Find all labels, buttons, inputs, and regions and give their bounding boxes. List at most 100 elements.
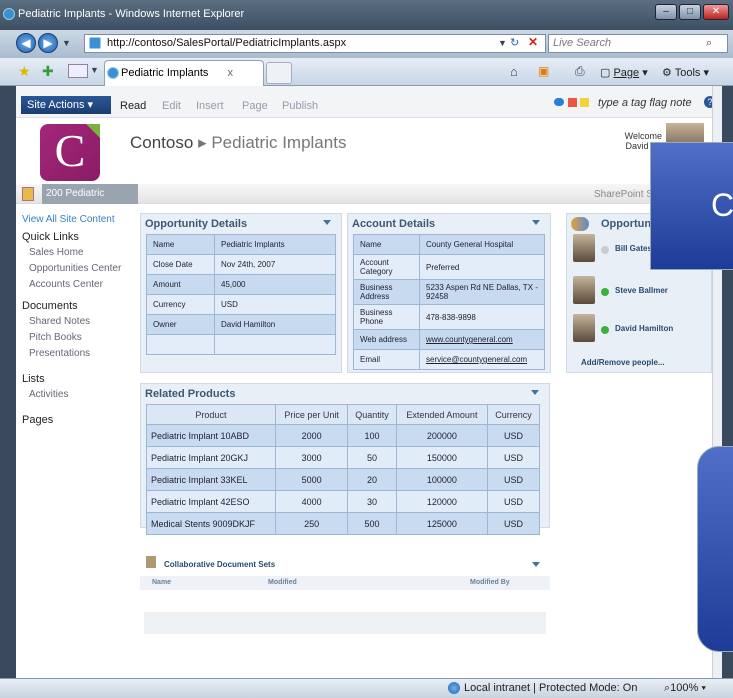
page-menu[interactable]: ▢ Page ▾ [600,66,648,79]
sharepoint-page: Site Actions ▾ Read Edit Insert Page Pub… [16,86,722,678]
table-row: Account Category Preferred [353,254,545,280]
presence-icon [601,288,609,296]
tools-menu[interactable]: ⚙ Tools ▾ [662,66,709,79]
presence-icon [601,246,609,254]
chevron-down-icon[interactable] [532,562,540,567]
address-dropdown-icon[interactable]: ▼ [498,38,507,48]
maximize-button[interactable]: □ [679,4,701,20]
search-icon[interactable]: ⌕ [706,37,712,50]
people-icon [571,217,589,231]
table-row: Close Date Nov 24th, 2007 [146,254,336,275]
email-link[interactable]: service@countygeneral.com [419,349,545,370]
close-tab-icon[interactable]: x [228,61,234,85]
nav-pitch-books[interactable]: Pitch Books [22,332,132,343]
breadcrumb: 200 Pediatric Implants SharePoint S [16,184,722,219]
table-row: Business Phone 478-838-9898 [353,304,545,330]
feeds-icon[interactable]: ▣ [538,64,549,78]
products-table: Product Price per Unit Quantity Extended Am… [146,404,540,535]
site-name[interactable]: Contoso [130,133,193,152]
ie-logo-icon [3,8,15,20]
nav-presentations[interactable]: Presentations [22,348,132,359]
window-title: Pediatric Implants - Windows Internet Ex… [18,8,245,20]
tab-list-icon[interactable]: ▼ [90,65,99,75]
overlay-panel: C [650,142,733,270]
home-icon[interactable]: ⌂ [510,64,518,79]
list-item[interactable]: David Hamilton [567,314,711,350]
ribbon: Site Actions ▾ Read Edit Insert Page Pub… [16,86,722,118]
avatar [573,314,595,342]
lists-heading[interactable]: Lists [22,373,132,385]
close-window-button[interactable]: ✕ [703,4,729,20]
url-text: http://contoso/SalesPortal/PediatricImpl… [107,37,347,49]
tab-insert[interactable]: Insert [196,100,224,112]
document-sets-header: Name Modified Modified By [140,576,550,590]
table-row: Owner David Hamilton [146,314,336,335]
stop-icon[interactable]: ✕ [528,35,538,49]
table-row: Name County General Hospital [353,234,545,255]
zone-text[interactable]: Local intranet | Protected Mode: On [464,682,637,694]
breadcrumb-tab[interactable]: 200 Pediatric Implants [42,184,138,219]
page-name: Pediatric Implants [211,133,347,152]
opportunity-table: Name Pediatric Implants Close Date Nov 24t… [146,234,336,355]
note-icon[interactable] [580,98,589,107]
history-dropdown-icon[interactable]: ▼ [62,38,71,48]
logo-accent [86,124,100,138]
favorites-star-icon[interactable]: ★ [18,63,31,80]
nav-activities[interactable]: Activities [22,389,132,400]
table-row: Email service@countygeneral.com [353,349,545,370]
tag-icon[interactable] [554,98,564,106]
add-remove-people-link[interactable]: Add/Remove people... [581,358,665,367]
site-actions-button[interactable]: Site Actions ▾ [21,96,111,114]
nav-opportunities-center[interactable]: Opportunities Center [22,263,132,274]
table-row: Medical Stents 9009DKJF 250 500 125000 USD [146,512,540,535]
list-item[interactable]: Steve Ballmer [567,276,711,312]
table-row: Name Pediatric Implants [146,234,336,255]
tab-edit[interactable]: Edit [162,100,181,112]
print-icon[interactable]: ⎙ [575,64,585,79]
add-favorite-icon[interactable]: ✚ [42,63,54,80]
nav-sales-home[interactable]: Sales Home [22,247,132,258]
quick-tabs-icon[interactable] [68,64,88,78]
search-input[interactable]: Live Search [548,34,728,53]
nav-accounts-center[interactable]: Accounts Center [22,279,132,290]
quick-links-heading[interactable]: Quick Links [22,231,132,243]
intranet-icon [448,682,460,694]
nav-shared-notes[interactable]: Shared Notes [22,316,132,327]
pages-heading[interactable]: Pages [22,414,132,426]
chevron-down-icon[interactable] [323,220,331,225]
opportunity-details-panel: Opportunity Details Name Pediatric Implan… [140,213,342,373]
forward-button[interactable]: ▶ [38,33,58,53]
tab-ie-icon [107,67,119,79]
browser-tab[interactable]: Pediatric Implants x [104,60,264,86]
opportunity-details-title: Opportunity Details [145,218,248,230]
chevron-down-icon[interactable] [531,390,539,395]
tab-page[interactable]: Page [242,100,268,112]
chevron-down-icon[interactable] [532,220,540,225]
document-sets-empty-row [144,612,546,634]
minimize-button[interactable]: – [655,4,677,20]
table-row: Pediatric Implant 20GKJ 3000 50 150000 USD [146,446,540,469]
tab-publish[interactable]: Publish [282,100,318,112]
table-row: Currency USD [146,294,336,315]
breadcrumb-right: SharePoint S [594,189,653,200]
tab-read[interactable]: Read [120,100,146,112]
back-button[interactable]: ◀ [16,33,36,53]
new-tab-button[interactable] [266,62,292,84]
account-details-panel: Account Details Name County General Hospi… [347,213,551,373]
page-title: Contoso ▸ Pediatric Implants [130,133,347,152]
documents-heading[interactable]: Documents [22,300,132,312]
address-bar[interactable]: http://contoso/SalesPortal/PediatricImpl… [84,34,546,53]
overlay-callout [697,446,733,652]
document-sets-panel: Collaborative Document Sets Name Modifie… [140,548,550,638]
tag-input[interactable]: type a tag flag note [598,97,692,109]
account-details-title: Account Details [352,218,436,230]
table-header: Product Price per Unit Quantity Extended Am… [146,404,540,425]
avatar [573,234,595,262]
address-row: ◀ ▶ ▼ http://contoso/SalesPortal/Pediatr… [0,30,733,58]
table-row: Web address www.countygeneral.com [353,329,545,350]
web-address-link[interactable]: www.countygeneral.com [419,329,545,350]
refresh-icon[interactable]: ↻ [510,36,519,49]
zoom-level[interactable]: ⌕100% ▾ [664,682,706,695]
view-all-link[interactable]: View All Site Content [22,214,132,225]
flag-icon[interactable] [568,98,577,107]
